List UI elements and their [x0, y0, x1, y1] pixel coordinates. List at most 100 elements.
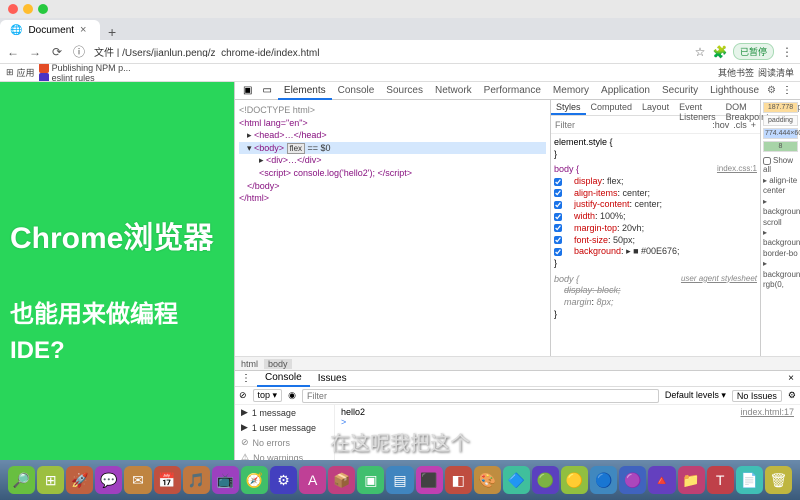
inspect-icon[interactable]: ▣: [239, 85, 256, 96]
browser-tab[interactable]: 🌐 Document ×: [0, 20, 100, 40]
styles-tab[interactable]: Layout: [637, 100, 674, 115]
console-filter-input[interactable]: [302, 389, 659, 403]
box-padding-label: padding: [763, 115, 798, 126]
dock-app-icon[interactable]: A: [299, 466, 326, 494]
other-bookmarks[interactable]: 其他书签: [718, 66, 754, 79]
devtools-settings-icon[interactable]: ⚙: [767, 85, 776, 96]
extension-icon[interactable]: 🧩: [713, 45, 727, 59]
hov-toggle[interactable]: :hov: [712, 120, 729, 130]
devtools-tab-memory[interactable]: Memory: [547, 83, 595, 98]
body-element-selected: ▾ <body> flex == $0: [239, 142, 546, 155]
dock-app-icon[interactable]: ⚙︎: [270, 466, 297, 494]
dock-app-icon[interactable]: T: [707, 466, 734, 494]
cls-toggle[interactable]: .cls: [733, 120, 747, 130]
breadcrumb-body[interactable]: body: [264, 359, 292, 369]
dock-app-icon[interactable]: 🗑: [765, 466, 792, 494]
dock-app-icon[interactable]: 🧭: [241, 466, 268, 494]
close-window-icon[interactable]: [8, 4, 18, 14]
message-filter[interactable]: ▶1 user message: [235, 420, 334, 435]
devtools-tab-performance[interactable]: Performance: [478, 83, 547, 98]
bookmark-item[interactable]: eslint rules: [39, 73, 134, 83]
back-icon[interactable]: ←: [6, 45, 20, 59]
box-margin: 187.778: [763, 102, 798, 113]
styles-tab[interactable]: Styles: [551, 100, 586, 115]
reading-list[interactable]: 阅读清单: [758, 66, 794, 79]
dock-app-icon[interactable]: ⬛: [416, 466, 443, 494]
live-expr-icon[interactable]: ◉: [288, 390, 296, 401]
elements-breadcrumb: html body: [235, 356, 800, 370]
dock-app-icon[interactable]: 💬: [95, 466, 122, 494]
drawer-close-icon[interactable]: ×: [782, 373, 800, 384]
log-source-link[interactable]: index.html:17: [740, 407, 794, 417]
apps-button[interactable]: ⊞ 应用: [6, 66, 35, 79]
minimize-window-icon[interactable]: [23, 4, 33, 14]
page-title: Chrome浏览器: [10, 213, 213, 257]
dock-app-icon[interactable]: 🎵: [183, 466, 210, 494]
tab-console[interactable]: Console: [257, 370, 310, 387]
tab-title: Document: [28, 25, 74, 36]
new-tab-button[interactable]: +: [100, 24, 124, 40]
console-prompt[interactable]: >: [341, 417, 794, 427]
devtools-tab-sources[interactable]: Sources: [380, 83, 429, 98]
dock-app-icon[interactable]: 📺: [212, 466, 239, 494]
no-issues-badge[interactable]: No Issues: [732, 390, 782, 402]
dock-app-icon[interactable]: 🎨: [474, 466, 501, 494]
devtools-tab-application[interactable]: Application: [595, 83, 656, 98]
add-rule-icon[interactable]: +: [751, 120, 756, 130]
dock-app-icon[interactable]: ⊞: [37, 466, 64, 494]
styles-filter-input[interactable]: [555, 120, 708, 130]
console-settings-icon[interactable]: ⚙: [788, 390, 796, 401]
log-levels[interactable]: Default levels ▾: [665, 390, 726, 401]
dock-app-icon[interactable]: 📄: [736, 466, 763, 494]
dock-app-icon[interactable]: 🟡: [561, 466, 588, 494]
tab-issues[interactable]: Issues: [310, 371, 355, 386]
message-filter[interactable]: ⊘No errors: [235, 435, 334, 450]
paused-badge[interactable]: 已暂停: [733, 43, 774, 60]
context-selector[interactable]: top ▾: [253, 389, 283, 402]
show-all-checkbox[interactable]: [763, 157, 771, 165]
dock-app-icon[interactable]: 🔺: [648, 466, 675, 494]
styles-tab[interactable]: Computed: [586, 100, 638, 115]
dock-app-icon[interactable]: 🔷: [503, 466, 530, 494]
styles-rules[interactable]: element.style {} index.css:1 body { disp…: [551, 134, 760, 356]
devtools-tab-lighthouse[interactable]: Lighthouse: [704, 83, 765, 98]
source-link[interactable]: index.css:1: [717, 164, 757, 174]
doctype: <!DOCTYPE html>: [239, 104, 546, 117]
dock-app-icon[interactable]: ◧: [445, 466, 472, 494]
devtools-menu-icon[interactable]: ⋮: [778, 85, 796, 96]
bookmark-item[interactable]: Publishing NPM p...: [39, 64, 134, 73]
dock-app-icon[interactable]: 📁: [678, 466, 705, 494]
message-filter[interactable]: ▶1 message: [235, 405, 334, 420]
device-icon[interactable]: ▭: [258, 85, 275, 96]
forward-icon[interactable]: →: [28, 45, 42, 59]
page-subtitle-2: IDE?: [10, 333, 65, 369]
info-icon[interactable]: ⓘ: [72, 45, 86, 59]
menu-icon[interactable]: ⋮: [780, 45, 794, 59]
devtools-tab-console[interactable]: Console: [332, 83, 381, 98]
elements-tree[interactable]: <!DOCTYPE html> <html lang="en"> ▸ <head…: [235, 100, 550, 356]
devtools-tab-elements[interactable]: Elements: [278, 83, 332, 100]
dock-app-icon[interactable]: 📅: [154, 466, 181, 494]
dock-app-icon[interactable]: 🟣: [619, 466, 646, 494]
dock-app-icon[interactable]: 📦: [328, 466, 355, 494]
dock-app-icon[interactable]: 🟢: [532, 466, 559, 494]
styles-tabs: StylesComputedLayoutEvent ListenersDOM B…: [551, 100, 760, 116]
dock-app-icon[interactable]: 🚀: [66, 466, 93, 494]
dock-app-icon[interactable]: ✉︎: [124, 466, 151, 494]
bookmarks-bar: ⊞ 应用 vue源码学习-vnod...Readme - Google...sh…: [0, 64, 800, 82]
devtools-tab-network[interactable]: Network: [429, 83, 478, 98]
devtools-tab-security[interactable]: Security: [656, 83, 704, 98]
styles-tab[interactable]: Event Listeners: [674, 100, 721, 115]
clear-console-icon[interactable]: ⊘: [239, 390, 247, 401]
reload-icon[interactable]: ⟳: [50, 45, 64, 59]
star-icon[interactable]: ☆: [693, 45, 707, 59]
dock-app-icon[interactable]: 🔎: [8, 466, 35, 494]
url-input[interactable]: [94, 46, 685, 57]
breadcrumb-html[interactable]: html: [241, 359, 258, 369]
tab-close-icon[interactable]: ×: [80, 24, 86, 36]
dock-app-icon[interactable]: 🔵: [590, 466, 617, 494]
maximize-window-icon[interactable]: [38, 4, 48, 14]
dock-app-icon[interactable]: ▤: [386, 466, 413, 494]
dock-app-icon[interactable]: ▣: [357, 466, 384, 494]
console-menu-icon[interactable]: ⋮: [235, 373, 257, 384]
